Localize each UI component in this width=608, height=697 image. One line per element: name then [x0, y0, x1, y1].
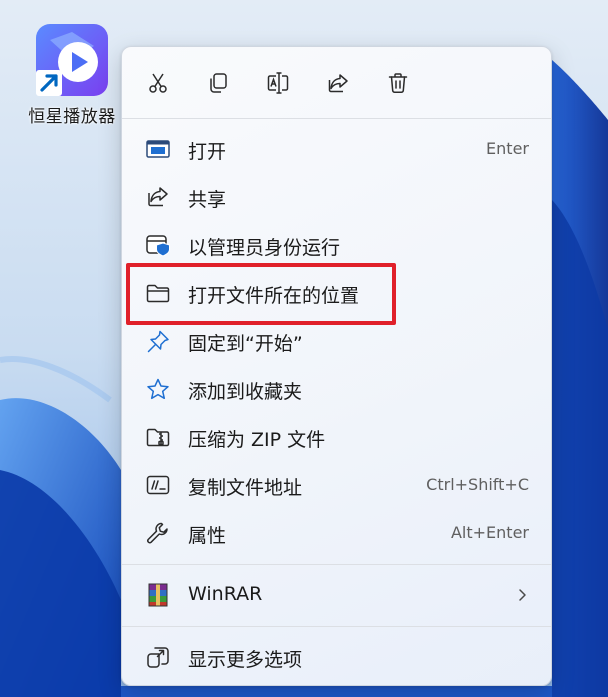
menu-item-shortcut: Enter	[486, 139, 529, 158]
star-icon	[147, 378, 169, 400]
wrench-icon	[147, 522, 168, 544]
desktop-shortcut-label: 恒星播放器	[28, 107, 116, 127]
copy-path-icon	[146, 475, 170, 495]
context-menu-toolbar	[122, 61, 551, 105]
menu-item-add-to-favorites[interactable]: 添加到收藏夹	[132, 366, 541, 412]
menu-item-properties[interactable]: 属性 Alt+Enter	[132, 510, 541, 556]
share-button[interactable]	[318, 63, 358, 103]
delete-button[interactable]	[378, 63, 418, 103]
menu-item-label: WinRAR	[188, 583, 263, 605]
menu-item-label: 压缩为 ZIP 文件	[188, 429, 326, 451]
open-window-icon	[146, 140, 170, 158]
chevron-right-icon	[519, 589, 526, 601]
shield-icon	[146, 235, 170, 257]
menu-item-compress-zip[interactable]: 压缩为 ZIP 文件	[132, 414, 541, 460]
menu-item-copy-path[interactable]: 复制文件地址 Ctrl+Shift+C	[132, 462, 541, 508]
pin-icon	[147, 330, 169, 353]
menu-item-show-more-options[interactable]: 显示更多选项	[132, 634, 541, 680]
menu-item-open[interactable]: 打开 Enter	[132, 126, 541, 172]
highlight-box	[126, 263, 396, 325]
menu-item-label: 固定到“开始”	[188, 333, 303, 355]
menu-item-shortcut: Alt+Enter	[450, 523, 529, 542]
menu-item-label: 显示更多选项	[188, 649, 303, 671]
rename-button[interactable]	[258, 63, 298, 103]
rename-icon	[267, 72, 289, 94]
share-icon	[148, 187, 168, 207]
winrar-icon	[148, 583, 168, 607]
menu-item-label: 打开	[188, 141, 227, 163]
more-options-icon	[147, 647, 169, 668]
separator	[122, 626, 551, 627]
menu-item-label: 共享	[188, 189, 227, 211]
menu-item-label: 以管理员身份运行	[188, 237, 341, 259]
cut-button[interactable]	[138, 63, 178, 103]
separator	[122, 118, 551, 119]
play-logo-icon	[36, 24, 108, 96]
trash-icon	[388, 73, 408, 94]
menu-item-winrar[interactable]: WinRAR	[132, 572, 541, 618]
copy-icon	[210, 73, 227, 93]
menu-item-shortcut: Ctrl+Shift+C	[426, 475, 529, 494]
menu-item-run-as-admin[interactable]: 以管理员身份运行	[132, 222, 541, 268]
separator	[122, 564, 551, 565]
zip-folder-icon	[146, 428, 170, 447]
menu-item-label: 添加到收藏夹	[188, 381, 303, 403]
menu-item-label: 复制文件地址	[188, 477, 303, 499]
copy-button[interactable]	[198, 63, 238, 103]
scissors-icon	[149, 73, 167, 93]
menu-item-share[interactable]: 共享	[132, 174, 541, 220]
context-menu: 打开 Enter 共享 以管理员身份运行 打开文件所在的位置 固定到“开始” 添…	[121, 46, 552, 686]
menu-item-label: 属性	[188, 525, 227, 547]
share-icon	[328, 74, 348, 93]
